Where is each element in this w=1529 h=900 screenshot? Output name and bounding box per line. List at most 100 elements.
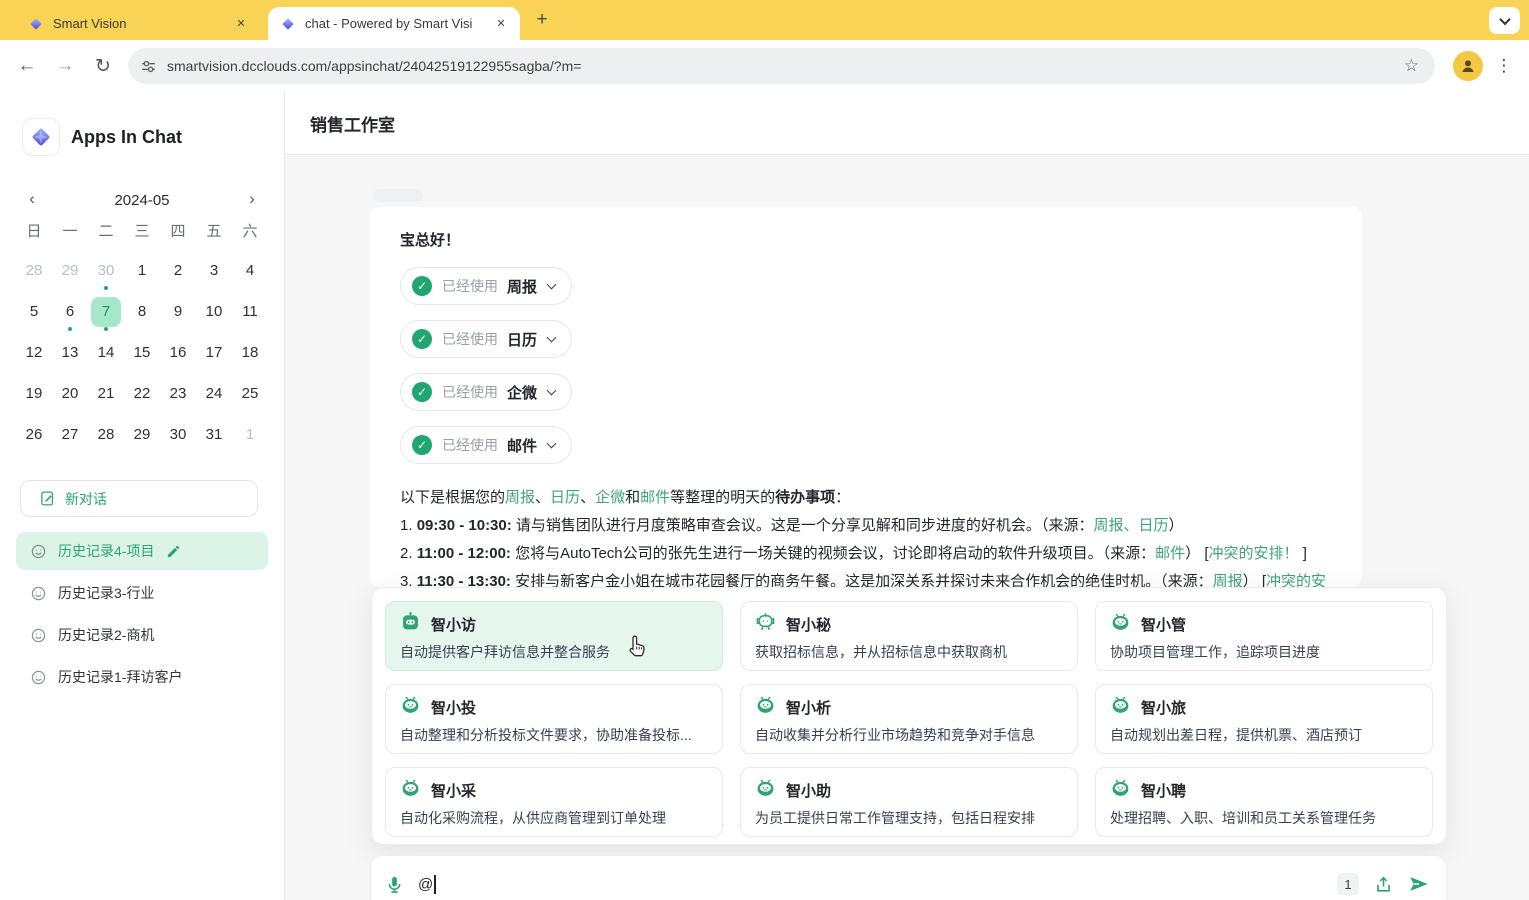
calendar-day-cell[interactable]: 9 [160, 291, 196, 332]
sidebar-history-item[interactable]: 历史记录2-商机 [16, 616, 268, 654]
calendar-day-cell[interactable]: 13 [52, 332, 88, 373]
close-tab-icon[interactable]: ✕ [232, 15, 250, 33]
source-link[interactable]: 周报 [1093, 517, 1123, 534]
workspace-header: 销售工作室 [285, 92, 1529, 155]
message-input[interactable]: @ [418, 875, 1337, 894]
sidebar-history-item[interactable]: 历史记录3-行业 [16, 574, 268, 612]
sidebar-history-item[interactable]: 历史记录4-项目 [16, 532, 268, 570]
calendar-day-cell[interactable]: 10 [196, 291, 232, 332]
day-number: 30 [91, 256, 121, 286]
day-number: 7 [91, 297, 121, 327]
agent-card[interactable]: 智小析自动收集并分析行业市场趋势和竞争对手信息 [740, 684, 1078, 754]
reload-icon[interactable]: ↻ [86, 49, 120, 83]
calendar-day-cell[interactable]: 1 [232, 414, 268, 455]
calendar-day-cell[interactable]: 19 [16, 373, 52, 414]
calendar-day-cell[interactable]: 29 [124, 414, 160, 455]
site-settings-icon[interactable] [140, 58, 157, 75]
used-tool-pill[interactable]: ✓已经使用企微 [400, 373, 572, 411]
calendar-day-cell[interactable]: 3 [196, 250, 232, 291]
upload-icon[interactable] [1374, 875, 1393, 894]
chat-smiley-icon [30, 543, 47, 560]
calendar-day-cell[interactable]: 14 [88, 332, 124, 373]
calendar-day-cell[interactable]: 7 [88, 291, 124, 332]
calendar-day-cell[interactable]: 17 [196, 332, 232, 373]
tab-title: chat - Powered by Smart Visi [305, 16, 486, 31]
calendar-day-cell[interactable]: 28 [88, 414, 124, 455]
calendar-day-cell[interactable]: 26 [16, 414, 52, 455]
agent-card[interactable]: 智小访自动提供客户拜访信息并整合服务 [385, 601, 723, 671]
source-link[interactable]: 日历 [550, 489, 580, 506]
agent-card[interactable]: 智小助为员工提供日常工作管理支持，包括日程安排 [740, 767, 1078, 837]
weekday-label: 一 [52, 220, 88, 241]
calendar-day-cell[interactable]: 28 [16, 250, 52, 291]
day-number: 11 [235, 297, 265, 327]
calendar-day-cell[interactable]: 21 [88, 373, 124, 414]
calendar-day-cell[interactable]: 18 [232, 332, 268, 373]
agent-card[interactable]: 智小管协助项目管理工作，追踪项目进度 [1095, 601, 1433, 671]
calendar-day-cell[interactable]: 29 [52, 250, 88, 291]
agent-card[interactable]: 智小旅自动规划出差日程，提供机票、酒店预订 [1095, 684, 1433, 754]
used-tool-pill[interactable]: ✓已经使用日历 [400, 320, 572, 358]
profile-avatar[interactable] [1453, 51, 1483, 81]
agent-card[interactable]: 智小采自动化采购流程，从供应商管理到订单处理 [385, 767, 723, 837]
calendar-day-cell[interactable]: 30 [88, 250, 124, 291]
calendar-day-cell[interactable]: 8 [124, 291, 160, 332]
item-body: 安排与新客户金小姐在城市花园餐厅的商务午餐。这是加深关系并探讨未来合作机会的绝佳… [515, 573, 1160, 587]
used-tool-pill[interactable]: ✓已经使用周报 [400, 267, 572, 305]
conflict-warning[interactable]: 冲突的安排！ [1209, 545, 1299, 562]
microphone-icon[interactable] [385, 875, 404, 894]
calendar-day-cell[interactable]: 4 [232, 250, 268, 291]
sidebar-history-item[interactable]: 历史记录1-拜访客户 [16, 658, 268, 696]
item-colon: : [507, 517, 516, 534]
agent-card[interactable]: 智小聘处理招聘、入职、培训和员工关系管理任务 [1095, 767, 1433, 837]
calendar-day-cell[interactable]: 15 [124, 332, 160, 373]
agent-name: 智小管 [1141, 614, 1186, 635]
agent-card-header: 智小采 [400, 777, 708, 803]
calendar-next-icon[interactable]: › [240, 188, 264, 212]
calendar-day-cell[interactable]: 22 [124, 373, 160, 414]
calendar-day-cell[interactable]: 30 [160, 414, 196, 455]
calendar-day-cell[interactable]: 6 [52, 291, 88, 332]
calendar-day-cell[interactable]: 2 [160, 250, 196, 291]
calendar-day-cell[interactable]: 24 [196, 373, 232, 414]
forward-icon[interactable]: → [48, 49, 82, 83]
tab-chat-active[interactable]: chat - Powered by Smart Visi ✕ [268, 7, 520, 40]
calendar-day-cell[interactable]: 12 [16, 332, 52, 373]
send-icon[interactable] [1408, 873, 1430, 895]
source-link[interactable]: 周报 [1213, 573, 1243, 587]
agent-card[interactable]: 智小秘获取招标信息，并从招标信息中获取商机 [740, 601, 1078, 671]
agent-card-header: 智小聘 [1110, 777, 1418, 803]
agent-description: 自动规划出差日程，提供机票、酒店预订 [1110, 725, 1418, 745]
day-number: 9 [163, 297, 193, 327]
source-link[interactable]: 邮件 [1155, 545, 1185, 562]
url-bar[interactable]: smartvision.dcclouds.com/appsinchat/2404… [128, 48, 1435, 84]
calendar-day-cell[interactable]: 20 [52, 373, 88, 414]
new-chat-button[interactable]: 新对话 [20, 480, 258, 517]
back-icon[interactable]: ← [10, 49, 44, 83]
close-tab-icon[interactable]: ✕ [492, 15, 510, 33]
bookmark-star-icon[interactable]: ☆ [1400, 56, 1423, 76]
calendar-prev-icon[interactable]: ‹ [20, 188, 44, 212]
used-tool-pill[interactable]: ✓已经使用邮件 [400, 426, 572, 464]
calendar-day-cell[interactable]: 23 [160, 373, 196, 414]
calendar-day-cell[interactable]: 27 [52, 414, 88, 455]
tab-list-chevron-button[interactable] [1489, 7, 1520, 34]
message-input-bar[interactable]: @ 1 [370, 855, 1447, 900]
source-link[interactable]: 日历 [1138, 517, 1168, 534]
source-link[interactable]: 邮件 [640, 489, 670, 506]
browser-menu-icon[interactable]: ⋮ [1491, 56, 1517, 76]
calendar-day-cell[interactable]: 25 [232, 373, 268, 414]
calendar-day-cell[interactable]: 31 [196, 414, 232, 455]
tab-smart-vision[interactable]: Smart Vision ✕ [16, 7, 260, 40]
calendar-day-cell[interactable]: 5 [16, 291, 52, 332]
calendar-day-cell[interactable]: 16 [160, 332, 196, 373]
new-tab-icon[interactable]: + [530, 9, 554, 33]
item-body: 您将与AutoTech公司的张先生进行一场关键的视频会议，讨论即将启动的软件升级… [515, 545, 1103, 562]
agent-card[interactable]: 智小投自动整理和分析投标文件要求，协助准备投标... [385, 684, 723, 754]
edit-pencil-icon[interactable] [166, 544, 181, 559]
source-link[interactable]: 企微 [595, 489, 625, 506]
calendar-day-cell[interactable]: 11 [232, 291, 268, 332]
source-link[interactable]: 周报 [505, 489, 535, 506]
cursor-pointer [624, 633, 648, 659]
calendar-day-cell[interactable]: 1 [124, 250, 160, 291]
